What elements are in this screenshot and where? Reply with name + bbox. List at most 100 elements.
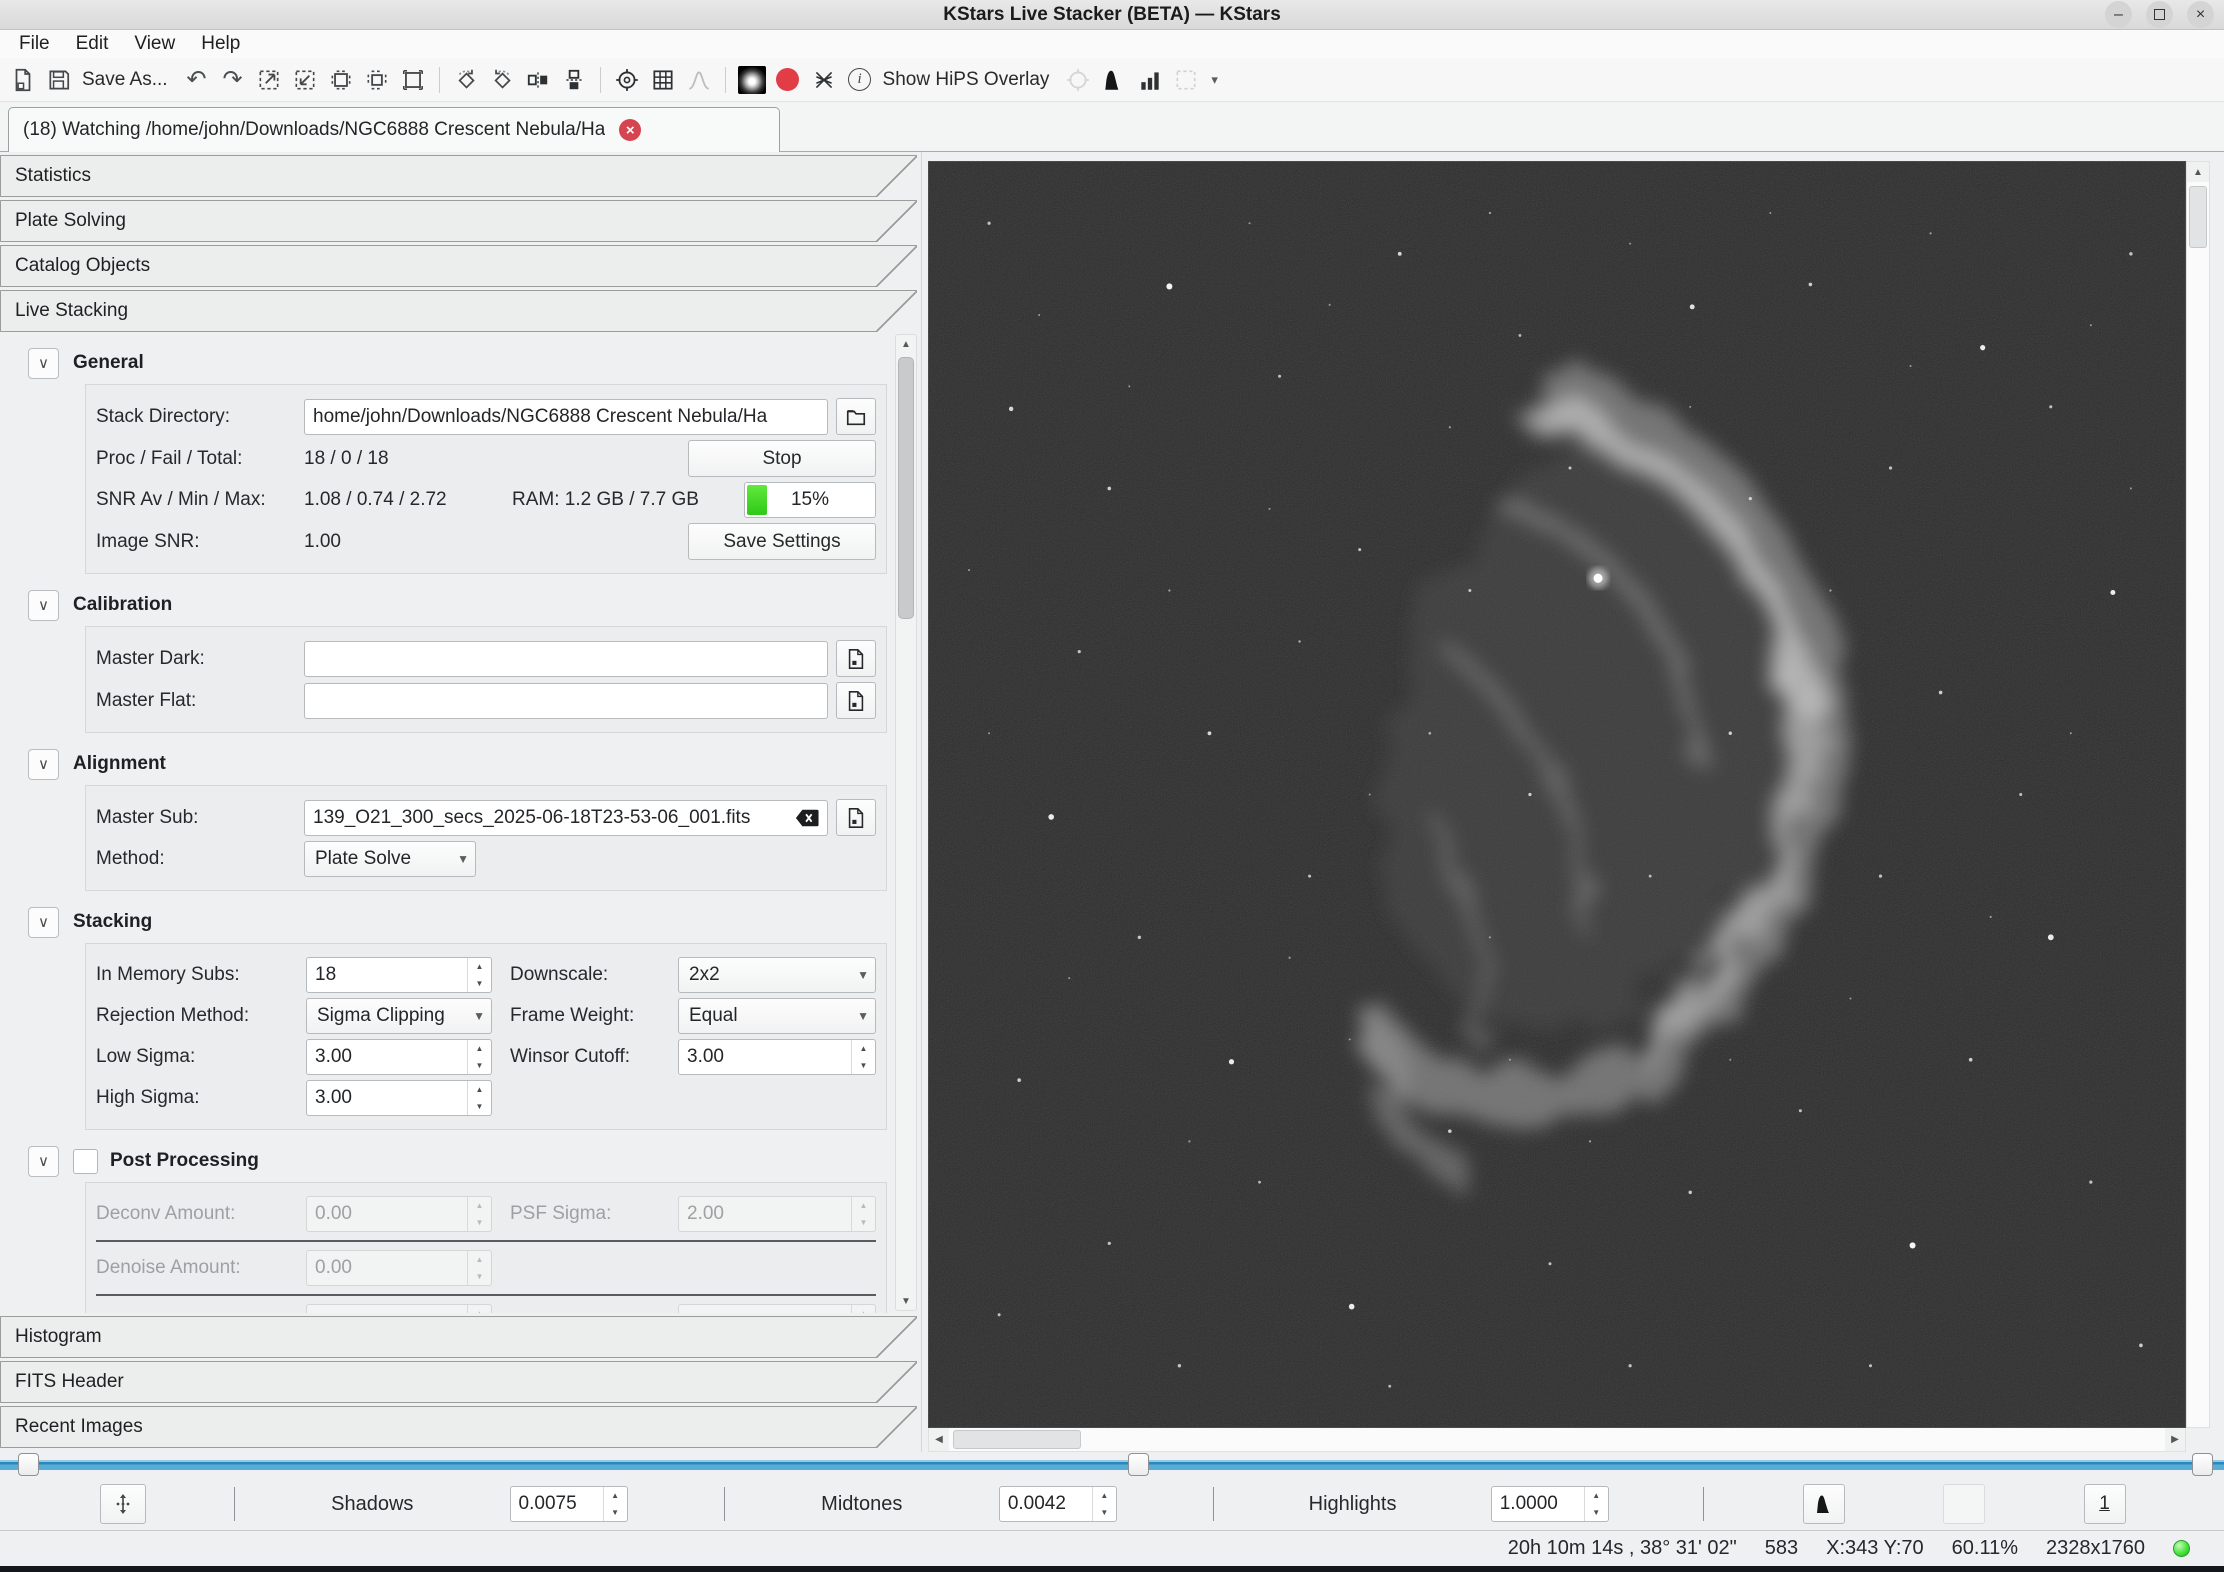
redo-button[interactable]: ↷ <box>216 63 250 97</box>
section-fits-header[interactable]: FITS Header <box>0 1361 921 1403</box>
section-statistics[interactable]: Statistics <box>0 155 921 197</box>
master-flat-file-button[interactable] <box>836 682 876 719</box>
stop-button[interactable]: Stop <box>688 440 876 477</box>
panel-scrollbar-thumb[interactable] <box>898 357 914 619</box>
save-settings-button[interactable]: Save Settings <box>688 523 876 560</box>
spin-up-icon[interactable]: ▲ <box>604 1487 627 1504</box>
midtones-spinbox[interactable]: 0.0042 ▲▼ <box>999 1486 1117 1522</box>
image-vertical-scrollbar[interactable]: ▲ <box>2186 161 2210 1428</box>
section-histogram[interactable]: Histogram <box>0 1316 921 1358</box>
spin-up-icon[interactable]: ▲ <box>468 1040 491 1057</box>
downscale-combo[interactable]: 2x2 ▼ <box>678 957 876 993</box>
fits-image-viewport[interactable] <box>928 161 2186 1428</box>
record-button[interactable] <box>771 63 805 97</box>
menu-help[interactable]: Help <box>188 30 253 58</box>
master-dark-file-button[interactable] <box>836 640 876 677</box>
method-combo[interactable]: Plate Solve ▼ <box>304 841 476 877</box>
histogram-toolbar-button[interactable] <box>1097 63 1131 97</box>
high-sigma-spinbox[interactable]: 3.00 ▲▼ <box>306 1080 492 1116</box>
collapse-stacking-button[interactable]: ∨ <box>28 907 59 938</box>
collapse-general-button[interactable]: ∨ <box>28 348 59 379</box>
auto-stretch-button[interactable] <box>735 63 769 97</box>
collapse-alignment-button[interactable]: ∨ <box>28 749 59 780</box>
master-dark-input[interactable] <box>304 641 828 677</box>
flip-vertical-button[interactable] <box>557 63 591 97</box>
section-live-stacking[interactable]: Live Stacking <box>0 290 921 332</box>
statistics-toolbar-button[interactable] <box>1133 63 1167 97</box>
shadows-spinbox[interactable]: 0.0075 ▲▼ <box>510 1486 628 1522</box>
image-hscroll-thumb[interactable] <box>953 1430 1081 1449</box>
histogram-stretch-button[interactable] <box>1803 1484 1845 1524</box>
low-sigma-spinbox[interactable]: 3.00 ▲▼ <box>306 1039 492 1075</box>
highlights-spinbox[interactable]: 1.0000 ▲▼ <box>1491 1486 1609 1522</box>
highlights-slider-handle[interactable] <box>2192 1453 2213 1476</box>
hips-target-button[interactable] <box>1061 63 1095 97</box>
scroll-up-icon[interactable]: ▲ <box>896 335 916 353</box>
save-button[interactable] <box>42 63 76 97</box>
selection-stats-button[interactable] <box>1169 63 1203 97</box>
undo-button[interactable]: ↶ <box>180 63 214 97</box>
master-sub-file-button[interactable] <box>836 799 876 836</box>
in-memory-subs-spinbox[interactable]: 18 ▲▼ <box>306 957 492 993</box>
spin-up-icon[interactable]: ▲ <box>852 1040 875 1057</box>
save-as-button[interactable]: Save As... <box>78 69 178 91</box>
section-recent-images[interactable]: Recent Images <box>0 1406 921 1448</box>
spin-up-icon[interactable]: ▲ <box>1093 1487 1116 1504</box>
stretch-slider-track[interactable] <box>0 1460 2224 1470</box>
zoom-out-button[interactable] <box>288 63 322 97</box>
frames-count-button[interactable]: 1 <box>2084 1484 2126 1524</box>
flip-horizontal-button[interactable] <box>521 63 555 97</box>
zoom-actual-size-button[interactable] <box>396 63 430 97</box>
spin-down-icon[interactable]: ▼ <box>1093 1504 1116 1521</box>
collapse-calibration-button[interactable]: ∨ <box>28 590 59 621</box>
zoom-fit-page-button[interactable] <box>324 63 358 97</box>
menu-view[interactable]: View <box>121 30 188 58</box>
scroll-down-icon[interactable]: ▼ <box>896 1292 916 1310</box>
show-hips-overlay-button[interactable]: Show HiPS Overlay <box>879 69 1060 91</box>
spin-down-icon[interactable]: ▼ <box>468 975 491 992</box>
info-button[interactable]: i <box>843 63 877 97</box>
spin-down-icon[interactable]: ▼ <box>468 1098 491 1115</box>
winsor-cutoff-spinbox[interactable]: 3.00 ▲▼ <box>678 1039 876 1075</box>
maximize-button[interactable] <box>2146 1 2173 28</box>
minimize-button[interactable]: – <box>2105 1 2132 28</box>
scroll-left-icon[interactable]: ◀ <box>929 1428 949 1451</box>
section-catalog-objects[interactable]: Catalog Objects <box>0 245 921 287</box>
spin-down-icon[interactable]: ▼ <box>468 1057 491 1074</box>
clear-text-icon[interactable] <box>795 808 819 828</box>
post-processing-checkbox[interactable] <box>73 1149 98 1174</box>
menu-file[interactable]: File <box>6 30 63 58</box>
section-plate-solving[interactable]: Plate Solving <box>0 200 921 242</box>
panel-scrollbar[interactable]: ▲ ▼ <box>895 334 917 1311</box>
stack-directory-input[interactable]: home/john/Downloads/NGC6888 Crescent Neb… <box>304 399 828 435</box>
scroll-right-icon[interactable]: ▶ <box>2165 1428 2185 1451</box>
scroll-up-icon[interactable]: ▲ <box>2187 162 2209 182</box>
spin-up-icon[interactable]: ▲ <box>468 958 491 975</box>
menu-edit[interactable]: Edit <box>63 30 122 58</box>
pan-mode-button[interactable] <box>100 1484 146 1524</box>
master-sub-input[interactable]: 139_O21_300_secs_2025-06-18T23-53-06_001… <box>304 800 828 836</box>
close-button[interactable]: × <box>2187 1 2214 28</box>
spin-up-icon[interactable]: ▲ <box>468 1081 491 1098</box>
rotate-left-button[interactable] <box>485 63 519 97</box>
active-tab[interactable]: (18) Watching /home/john/Downloads/NGC68… <box>8 107 780 152</box>
collapse-post-processing-button[interactable]: ∨ <box>28 1146 59 1177</box>
spin-down-icon[interactable]: ▼ <box>852 1057 875 1074</box>
image-vscroll-thumb[interactable] <box>2189 186 2207 248</box>
spin-down-icon[interactable]: ▼ <box>604 1504 627 1521</box>
spin-down-icon[interactable]: ▼ <box>1585 1504 1608 1521</box>
rotate-right-button[interactable] <box>449 63 483 97</box>
gaussian-curve-button[interactable] <box>682 63 716 97</box>
toolbar-dropdown-button[interactable]: ▾ <box>1205 72 1224 88</box>
rejection-method-combo[interactable]: Sigma Clipping ▼ <box>306 998 492 1034</box>
open-file-button[interactable] <box>6 63 40 97</box>
browse-directory-button[interactable] <box>836 398 876 435</box>
blank-toggle-button[interactable] <box>1943 1484 1985 1524</box>
image-horizontal-scrollbar[interactable]: ◀ ▶ <box>928 1428 2186 1452</box>
star-mask-button[interactable] <box>807 63 841 97</box>
shadows-slider-handle[interactable] <box>18 1453 39 1476</box>
master-flat-input[interactable] <box>304 683 828 719</box>
frame-weight-combo[interactable]: Equal ▼ <box>678 998 876 1034</box>
zoom-in-button[interactable] <box>252 63 286 97</box>
spin-up-icon[interactable]: ▲ <box>1585 1487 1608 1504</box>
